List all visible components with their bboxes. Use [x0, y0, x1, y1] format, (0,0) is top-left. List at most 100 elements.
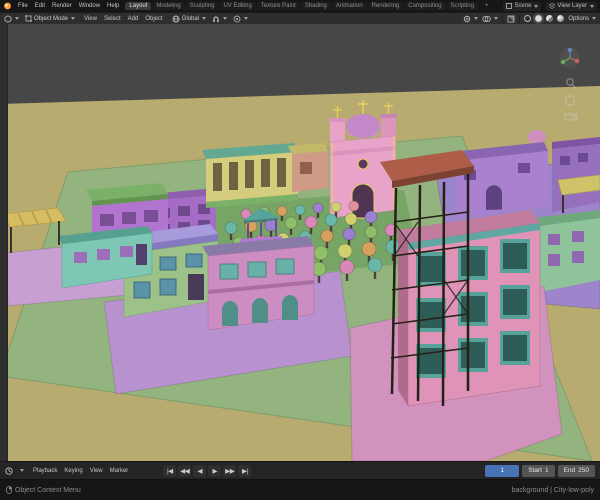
tree[interactable]	[324, 213, 338, 227]
proportional-circle-icon	[233, 15, 241, 23]
material-preview-button[interactable]	[546, 15, 554, 22]
xray-toggle-icon[interactable]	[507, 15, 515, 23]
scene-selector-label: Scene	[514, 3, 532, 9]
workspace-tab-sculpting[interactable]: Sculpting	[185, 2, 219, 10]
show-overlays-toggle[interactable]	[482, 15, 499, 23]
timeline-menu-view[interactable]: View	[87, 468, 106, 474]
play-reverse-button[interactable]: ◀	[193, 464, 207, 477]
options-dropdown[interactable]: Options	[568, 16, 596, 22]
status-bar: Object Context Menu background | City-lo…	[0, 479, 600, 500]
viewport-menu-view[interactable]: View	[81, 16, 100, 22]
building-pink-center[interactable]	[202, 236, 315, 331]
timeline-editor-icon[interactable]	[5, 466, 13, 475]
timeline-menu-keying[interactable]: Keying	[61, 468, 85, 474]
jump-to-start-button[interactable]: |◀	[163, 464, 177, 477]
divider	[502, 14, 504, 23]
status-hint-text: Object Context Menu	[15, 486, 81, 494]
topbar-menu-edit[interactable]: Edit	[32, 3, 48, 9]
tree[interactable]	[313, 245, 329, 261]
topbar-menu-file[interactable]: File	[15, 3, 31, 9]
chevron-down-icon	[223, 17, 227, 20]
play-button[interactable]: ▶	[208, 464, 222, 477]
frame-start-value: 1	[544, 467, 549, 474]
timeline-menus: Playback Keying View Marker	[30, 468, 131, 474]
chevron-down-icon	[494, 17, 499, 20]
tree[interactable]	[312, 202, 324, 214]
prev-keyframe-button[interactable]: ◀◀	[178, 464, 192, 477]
wireframe-shading-button[interactable]	[524, 15, 532, 22]
timeline-menu-marker[interactable]: Marker	[107, 468, 132, 474]
viewport-header-right: Options	[463, 13, 596, 24]
frame-start-field[interactable]: Start 1	[522, 464, 555, 477]
workspace-tab-layout[interactable]: Layout	[125, 2, 152, 10]
editor-type-selector[interactable]	[4, 14, 19, 23]
current-frame-field[interactable]: 1	[485, 464, 520, 477]
transform-orientation-dropdown[interactable]: Global	[172, 15, 206, 23]
show-gizmo-toggle[interactable]	[463, 15, 479, 23]
building-yellow-colonnade[interactable]	[202, 143, 298, 208]
tree[interactable]	[330, 201, 342, 213]
building-purple-far-right[interactable]	[552, 137, 600, 212]
tree[interactable]	[348, 200, 360, 212]
viewport-header: Object Mode View Select Add Object Global	[0, 12, 600, 24]
mode-selector[interactable]: Object Mode	[25, 15, 76, 22]
tree[interactable]	[284, 216, 298, 230]
workspace-tab-modeling[interactable]: Modeling	[152, 2, 185, 10]
next-keyframe-button[interactable]: ▶▶	[223, 464, 237, 477]
view-layer-selector[interactable]: View Layer	[546, 1, 597, 11]
workspace-tab-scripting[interactable]: Scripting	[446, 2, 478, 10]
tree[interactable]	[337, 243, 353, 259]
jump-to-end-button[interactable]: ▶|	[238, 464, 252, 477]
workspace-tab-texture-paint[interactable]: Texture Paint	[256, 2, 300, 10]
blender-logo-icon[interactable]	[3, 2, 12, 10]
tree[interactable]	[367, 257, 383, 273]
toolbar-collapsed-strip[interactable]	[0, 24, 8, 461]
viewport-canvas[interactable]	[0, 24, 600, 461]
timeline-menu-playback[interactable]: Playback	[30, 468, 60, 474]
chevron-down-icon	[590, 4, 594, 8]
topbar-menu-render[interactable]: Render	[49, 3, 75, 9]
viewport-menu-object[interactable]: Object	[142, 16, 165, 22]
tree[interactable]	[342, 227, 356, 241]
workspace-tab-rendering[interactable]: Rendering	[367, 2, 404, 10]
solid-shading-button[interactable]	[533, 13, 545, 24]
options-label: Options	[568, 15, 589, 22]
workspace-tab-shading[interactable]: Shading	[300, 2, 331, 10]
tree[interactable]	[344, 212, 358, 226]
tree[interactable]	[364, 210, 378, 224]
topbar-menu-window[interactable]: Window	[76, 3, 103, 9]
workspace-tabs: Layout Modeling Sculpting UV Editing Texture…	[125, 2, 478, 10]
chevron-down-icon	[202, 17, 206, 20]
topbar-menu-help[interactable]: Help	[104, 3, 122, 9]
tree[interactable]	[276, 205, 288, 217]
viewport-menu-select[interactable]: Select	[101, 16, 124, 22]
tree[interactable]	[304, 215, 318, 229]
tree[interactable]	[361, 241, 377, 257]
tree[interactable]	[339, 259, 355, 275]
tree[interactable]	[364, 225, 378, 239]
proportional-editing-toggle[interactable]	[233, 15, 248, 23]
viewport-menu-add[interactable]: Add	[125, 16, 142, 22]
chevron-down-icon	[244, 17, 248, 20]
workspace-tab-animation[interactable]: Animation	[331, 2, 367, 10]
tree[interactable]	[385, 239, 401, 255]
scene-selector[interactable]: Scene	[503, 1, 542, 11]
frame-end-value: 250	[578, 467, 589, 474]
chevron-down-icon	[71, 17, 76, 20]
workspace-tab-compositing[interactable]: Compositing	[404, 2, 446, 10]
viewport-3d[interactable]	[0, 24, 600, 461]
snapping-toggle[interactable]	[212, 15, 227, 23]
object-mode-icon	[25, 15, 32, 22]
workspace-tab-uv-editing[interactable]: UV Editing	[219, 2, 256, 10]
chevron-down-icon	[20, 469, 24, 472]
frame-end-field[interactable]: End 250	[557, 464, 595, 477]
timeline-right: 1 Start 1 End 250	[485, 464, 595, 477]
add-workspace-button[interactable]: +	[481, 2, 493, 10]
building-green-right[interactable]	[534, 210, 600, 292]
building-salmon[interactable]	[288, 143, 328, 192]
status-left: Object Context Menu	[6, 486, 81, 494]
tree[interactable]	[224, 221, 238, 235]
tree[interactable]	[294, 204, 306, 216]
tree[interactable]	[320, 229, 334, 243]
rendered-shading-button[interactable]	[557, 15, 565, 22]
